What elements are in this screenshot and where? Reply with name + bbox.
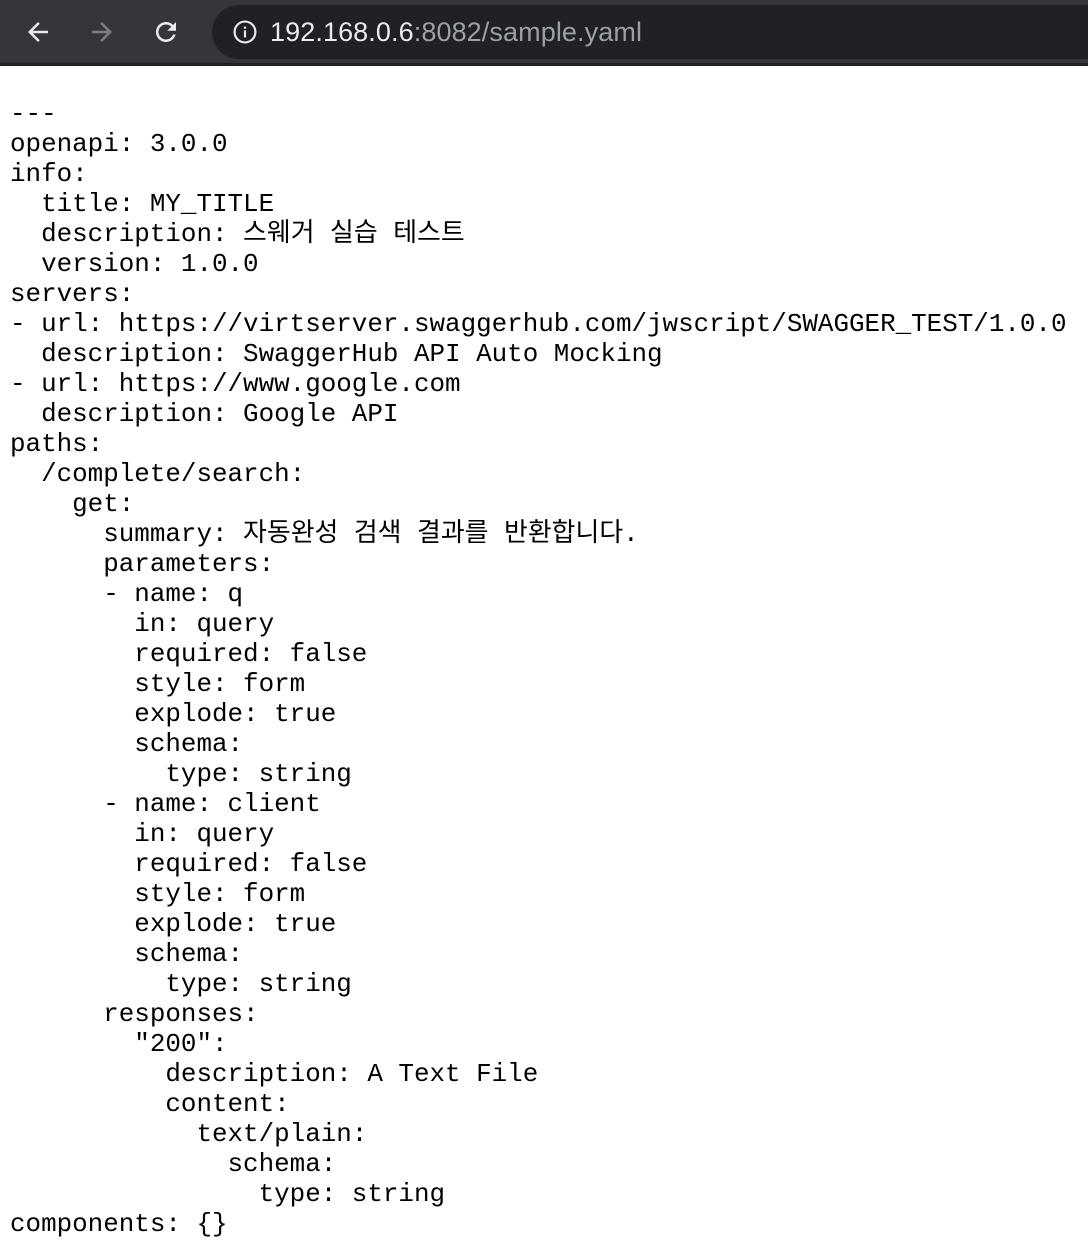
reload-button[interactable] bbox=[144, 10, 188, 54]
yaml-line: responses: bbox=[10, 999, 259, 1029]
yaml-line: - url: https://www.google.com bbox=[10, 369, 461, 399]
address-url[interactable]: 192.168.0.6:8082/sample.yaml bbox=[270, 17, 642, 48]
yaml-line: description: 스웨거 실습 테스트 bbox=[10, 219, 465, 249]
reload-icon bbox=[151, 17, 181, 47]
yaml-line: in: query bbox=[10, 819, 275, 849]
yaml-line: text/plain: bbox=[10, 1119, 368, 1149]
yaml-line: /complete/search: bbox=[10, 459, 306, 489]
yaml-line: paths: bbox=[10, 429, 104, 459]
yaml-line: type: string bbox=[10, 1179, 446, 1209]
yaml-line: style: form bbox=[10, 669, 306, 699]
yaml-line: required: false bbox=[10, 849, 368, 879]
yaml-line: components: {} bbox=[10, 1209, 228, 1239]
yaml-line: in: query bbox=[10, 609, 275, 639]
address-host: 192.168.0.6 bbox=[270, 16, 414, 47]
yaml-line: type: string bbox=[10, 759, 352, 789]
yaml-line: servers: bbox=[10, 279, 135, 309]
forward-button[interactable] bbox=[80, 10, 124, 54]
yaml-line: version: 1.0.0 bbox=[10, 249, 259, 279]
yaml-line: schema: bbox=[10, 729, 244, 759]
browser-toolbar: 192.168.0.6:8082/sample.yaml bbox=[0, 0, 1088, 66]
address-bar[interactable]: 192.168.0.6:8082/sample.yaml bbox=[212, 5, 1088, 59]
yaml-line: get: bbox=[10, 489, 135, 519]
yaml-line: --- bbox=[10, 99, 57, 129]
yaml-line: explode: true bbox=[10, 699, 337, 729]
yaml-line: description: A Text File bbox=[10, 1059, 539, 1089]
yaml-line: "200": bbox=[10, 1029, 228, 1059]
yaml-line: type: string bbox=[10, 969, 352, 999]
address-path: :8082/sample.yaml bbox=[413, 16, 643, 47]
yaml-line: schema: bbox=[10, 1149, 337, 1179]
info-icon[interactable] bbox=[232, 19, 258, 45]
yaml-line: summary: 자동완성 검색 결과를 반환합니다. bbox=[10, 519, 639, 549]
yaml-line: content: bbox=[10, 1089, 290, 1119]
yaml-line: explode: true bbox=[10, 909, 337, 939]
yaml-line: description: SwaggerHub API Auto Mocking bbox=[10, 339, 663, 369]
arrow-left-icon bbox=[23, 17, 53, 47]
yaml-line: title: MY_TITLE bbox=[10, 189, 275, 219]
yaml-line: - name: client bbox=[10, 789, 321, 819]
yaml-line: info: bbox=[10, 159, 88, 189]
page-content: --- openapi: 3.0.0 info: title: MY_TITLE… bbox=[0, 66, 1088, 1250]
arrow-right-icon bbox=[87, 17, 117, 47]
yaml-line: openapi: 3.0.0 bbox=[10, 129, 228, 159]
yaml-line: description: Google API bbox=[10, 399, 399, 429]
yaml-line: parameters: bbox=[10, 549, 275, 579]
yaml-line: schema: bbox=[10, 939, 244, 969]
back-button[interactable] bbox=[16, 10, 60, 54]
yaml-line: - url: https://virtserver.swaggerhub.com… bbox=[10, 309, 1067, 339]
yaml-document: --- openapi: 3.0.0 info: title: MY_TITLE… bbox=[0, 66, 1088, 1239]
yaml-line: - name: q bbox=[10, 579, 244, 609]
yaml-line: required: false bbox=[10, 639, 368, 669]
yaml-line: style: form bbox=[10, 879, 306, 909]
